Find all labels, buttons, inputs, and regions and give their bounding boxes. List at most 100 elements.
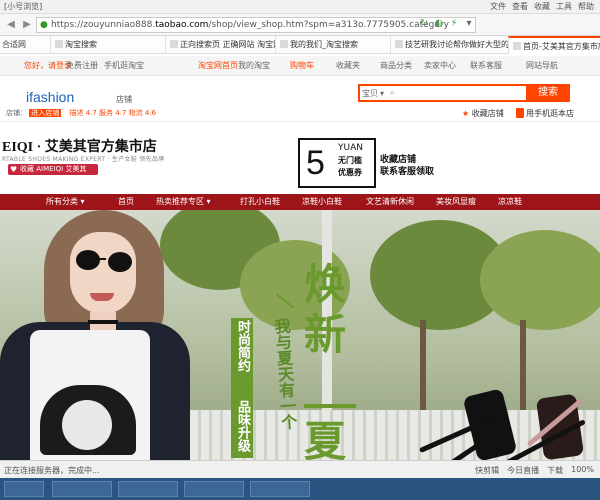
sunglasses-lens — [76, 250, 100, 270]
tshirt-print-face — [62, 400, 112, 450]
nav-item-favorites[interactable]: 收藏夹 — [336, 56, 360, 76]
shop-header: ifashion 店铺 店铺： 进入店铺 描述 4.7 服务 4.7 物流 4.… — [0, 78, 600, 122]
bookmark-first[interactable]: 合适网 — [0, 36, 50, 53]
status-text: 正在连接服务器，完成中... — [4, 466, 100, 475]
shop-slogan: RTABLE SHOES MAKING EXPERT · 生产女鞋 领先品牌 — [2, 156, 165, 163]
sunglasses-lens — [108, 252, 132, 272]
category-item[interactable]: 凉凉鞋 — [498, 194, 522, 210]
favorite-brand-label: 收藏 AIMEIQI 艾美其 — [20, 165, 87, 173]
url-path: /shop/view_shop.htm?spm=a313o.7775905.ca… — [208, 20, 449, 30]
window-menu: 文件 查看 收藏 工具 帮助 — [490, 1, 594, 12]
live-button[interactable]: 今日直播 — [507, 465, 539, 476]
promo-big-1: 焕 — [304, 260, 347, 309]
promo-text-2: 品味升级 — [235, 400, 250, 452]
url-input[interactable]: ● https://zouyunniao888.taobao.com/shop/… — [36, 17, 476, 33]
lock-icon: ● — [40, 20, 48, 30]
taskbar-start[interactable] — [4, 481, 44, 497]
coupon-card[interactable]: 5 YUAN 无门槛 优惠券 — [298, 138, 376, 188]
nav-item-service[interactable]: 联系客服 — [470, 56, 502, 76]
sunglasses-bridge — [96, 258, 106, 260]
taskbar-item[interactable] — [118, 481, 178, 497]
taskbar-item[interactable] — [52, 481, 112, 497]
compat-icon[interactable]: ◐ — [433, 17, 445, 31]
heart-icon: ♥ — [10, 165, 18, 174]
category-item[interactable]: 文艺清新休闲 — [366, 194, 414, 210]
enter-shop-badge[interactable]: 进入店铺 — [29, 109, 62, 117]
category-item[interactable]: 美妆风显瘦 — [436, 194, 476, 210]
mobile-shop-label: 用手机逛本店 — [526, 109, 574, 118]
page-icon — [170, 40, 178, 48]
menu-file[interactable]: 文件 — [490, 1, 506, 12]
nav-item-seller[interactable]: 卖家中心 — [424, 56, 456, 76]
tree-trunk — [420, 320, 426, 420]
mobile-taobao-link[interactable]: 手机逛淘宝 — [104, 56, 144, 76]
url-host: taobao.com — [155, 20, 209, 30]
promo-big-3: 夏 — [304, 417, 347, 466]
window-titlebar: [小号浏览] 文件 查看 收藏 工具 帮助 — [0, 0, 600, 14]
taskbar-item[interactable] — [250, 481, 310, 497]
menu-view[interactable]: 查看 — [512, 1, 528, 12]
tree-trunk — [520, 320, 526, 420]
favorite-shop-link[interactable]: ★ 收藏店铺 — [462, 108, 504, 119]
category-item[interactable]: 打孔小白鞋 — [240, 194, 280, 210]
tab-label: 技艺研我讨论帮你做好大型的 — [405, 40, 508, 49]
search-button[interactable]: 搜索 — [526, 84, 570, 102]
zoom-level[interactable]: 100% — [571, 465, 594, 476]
page-icon — [395, 40, 403, 48]
tab-item[interactable]: 技艺研我讨论帮你做好大型的 — [390, 36, 508, 54]
address-tools: ↻ ◐ ⚡ ▾ — [418, 17, 475, 31]
tab-item[interactable]: 淘宝搜索 — [50, 36, 165, 54]
category-item[interactable]: 凉鞋小白鞋 — [302, 194, 342, 210]
menu-favorites[interactable]: 收藏 — [534, 1, 550, 12]
forward-icon[interactable]: ▶ — [20, 18, 34, 32]
tab-item[interactable]: 我的我们_淘宝搜索 — [275, 36, 390, 54]
promo-big-2: 新 — [304, 310, 347, 359]
nav-item-categories[interactable]: 商品分类 — [380, 56, 412, 76]
category-hot[interactable]: 热卖推荐专区 ▾ — [156, 194, 211, 210]
tab-label: 首页-艾美其官方集市店-淘宝网 — [523, 42, 600, 51]
tab-item[interactable]: 正向搜索页 正确网站 淘宝网 — [165, 36, 275, 54]
back-icon[interactable]: ◀ — [4, 18, 18, 32]
taskbar — [0, 478, 600, 500]
coupon-tip-line2: 联系客服领取 — [380, 167, 435, 177]
register-link[interactable]: 免费注册 — [66, 56, 98, 76]
ifashion-logo[interactable]: ifashion — [26, 89, 74, 105]
tab-label: 正向搜索页 正确网站 淘宝网 — [180, 40, 275, 49]
status-tools: 快剪辑 今日直播 下载 100% — [475, 465, 594, 476]
coupon-tip: 收藏店铺 联系客服领取 — [380, 154, 434, 178]
search-box: 宝贝 ⌕ 搜索 — [358, 84, 570, 102]
menu-help[interactable]: 帮助 — [578, 1, 594, 12]
nav-item-home[interactable]: 淘宝网首页 — [198, 56, 238, 76]
login-link[interactable]: 您好，请登录 — [24, 56, 72, 76]
nav-item-sitemap[interactable]: 网站导航 — [526, 56, 558, 76]
nav-item-cart[interactable]: 购物车 — [290, 56, 314, 76]
search-scope-select[interactable]: 宝贝 — [362, 88, 384, 99]
page-icon — [513, 42, 521, 50]
address-bar: ◀ ▶ ● https://zouyunniao888.taobao.com/s… — [0, 14, 600, 36]
shop-label: 店铺： — [6, 109, 27, 117]
window-title: [小号浏览] — [4, 2, 43, 11]
refresh-icon[interactable]: ↻ — [418, 17, 430, 31]
menu-tools[interactable]: 工具 — [556, 1, 572, 12]
download-button[interactable]: 下载 — [547, 465, 563, 476]
favorite-brand-button[interactable]: ♥ 收藏 AIMEIQI 艾美其 — [8, 164, 98, 175]
url-prefix: https://zouyunniao888. — [51, 20, 156, 30]
all-categories-menu[interactable]: 所有分类 ▾ — [46, 194, 106, 210]
logo-subtitle: 店铺 — [116, 95, 132, 104]
model-face — [70, 232, 136, 314]
page-icon — [55, 40, 63, 48]
coupon-tip-line1: 收藏店铺 — [380, 155, 417, 165]
shop-name: EIQI · 艾美其官方集市店 — [2, 140, 157, 155]
star-icon: ★ — [462, 109, 470, 118]
favorite-shop-label: 收藏店铺 — [471, 109, 504, 118]
lightning-icon[interactable]: ⚡ — [448, 17, 460, 31]
taskbar-item[interactable] — [184, 481, 244, 497]
quick-clip-button[interactable]: 快剪辑 — [475, 465, 499, 476]
mobile-shop-link[interactable]: 用手机逛本店 — [516, 108, 574, 119]
tab-item-active[interactable]: 首页-艾美其官方集市店-淘宝网 — [508, 36, 600, 54]
coupon-unit: YUAN — [338, 143, 363, 153]
shop-ratings: 描述 4.7 服务 4.7 物流 4.6 — [69, 109, 156, 117]
category-home[interactable]: 首页 — [118, 194, 134, 210]
dropdown-icon[interactable]: ▾ — [463, 17, 475, 31]
nav-item-my-taobao[interactable]: 我的淘宝 — [238, 56, 270, 76]
